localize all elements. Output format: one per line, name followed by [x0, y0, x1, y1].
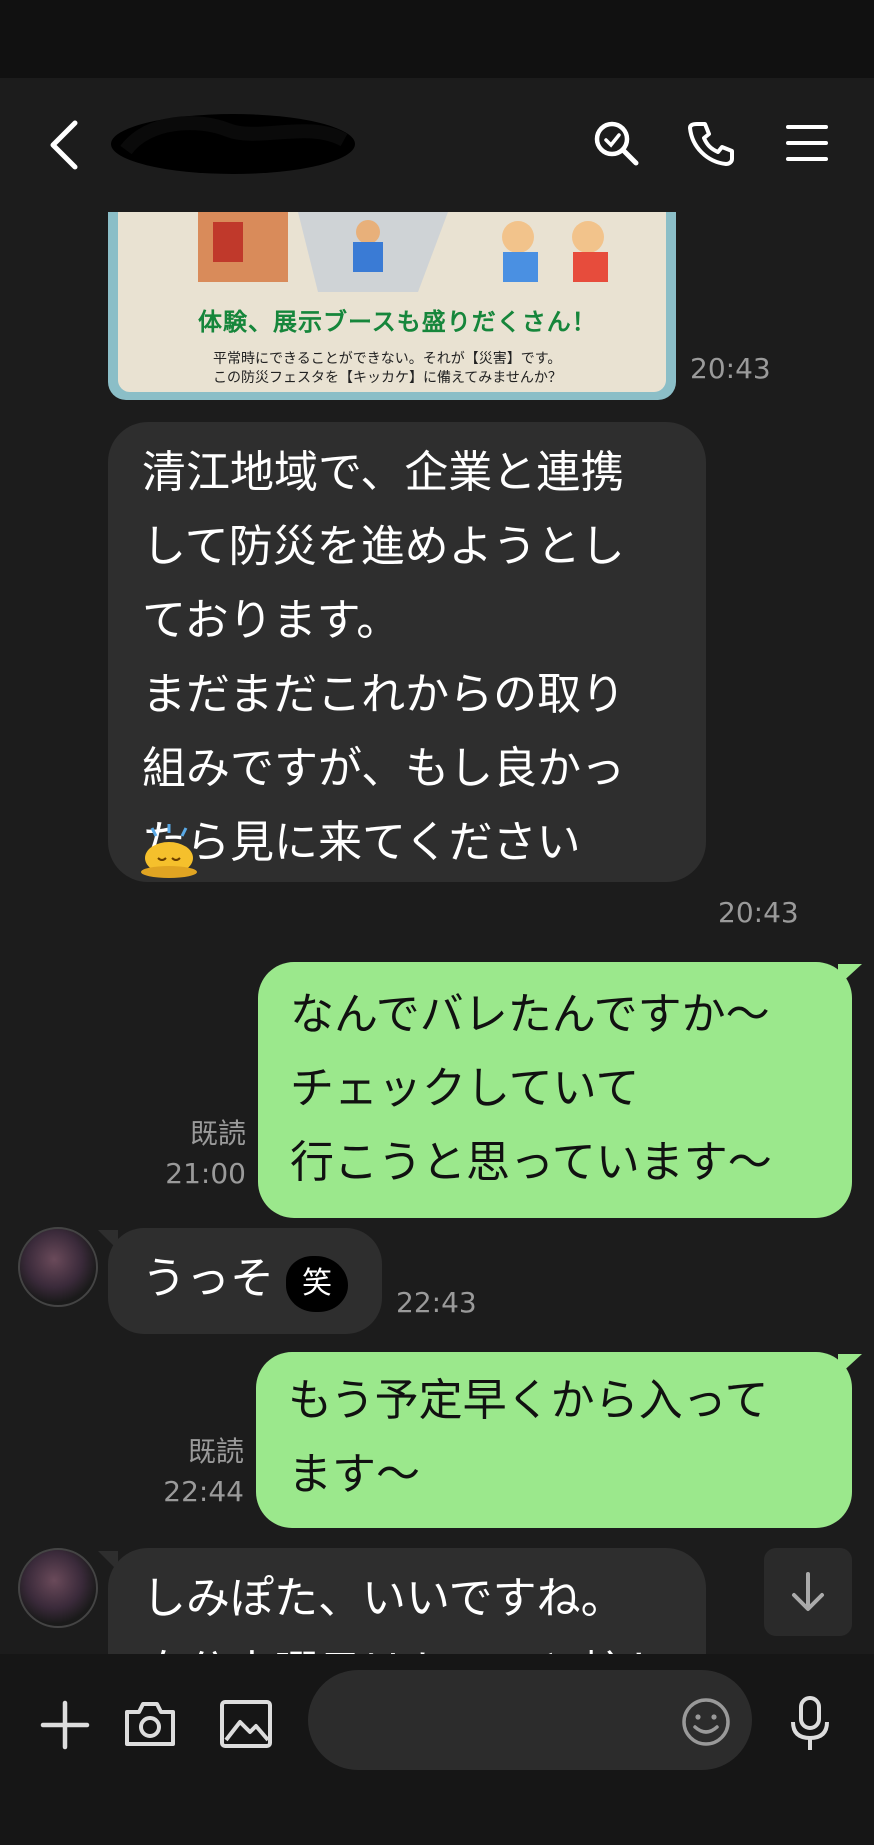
search-button[interactable] [588, 115, 644, 171]
flyer-caption-line1: 平常時にできることができない。それが【災害】です。 [213, 351, 562, 367]
message-time: 22:43 [396, 1286, 477, 1319]
message-line: 組みですが、もし良かっ [142, 743, 626, 794]
contact-name-redacted [108, 110, 358, 178]
status-bar [0, 0, 874, 78]
message-time: 21:00 [165, 1157, 246, 1190]
flyer-illustration [198, 212, 608, 292]
message-line: なんでバレたんですか〜 [290, 989, 770, 1040]
flyer-headline: 体験、展示ブースも盛りだくさん！ [198, 308, 597, 336]
message-line: 自分土曜日はちょっと忙しいけど [142, 1636, 706, 1654]
back-button[interactable] [40, 115, 90, 175]
message-time: 20:43 [718, 896, 799, 929]
message-input[interactable] [308, 1670, 752, 1770]
message-line: チェックしていて [290, 1063, 640, 1114]
message-line: 清江地域で、企業と連携 [142, 447, 625, 498]
flyer-image: 体験、展示ブースも盛りだくさん！ 平常時にできることができない。それが【災害】で… [118, 212, 666, 392]
incoming-message[interactable]: うっそ 笑 [108, 1228, 382, 1334]
flyer-caption: 平常時にできることができない。それが【災害】です。 この防災フェスタを【キッカケ… [213, 350, 562, 388]
message-line: ております。 [142, 595, 401, 646]
message-line: もう予定早くから入って [288, 1375, 769, 1426]
outgoing-message[interactable]: もう予定早くから入って ます〜 [256, 1352, 852, 1528]
message-list[interactable]: 体験、展示ブースも盛りだくさん！ 平常時にできることができない。それが【災害】で… [0, 212, 874, 1654]
chevron-left-icon [50, 120, 78, 170]
arrow-down-icon [792, 1572, 824, 1611]
message-line: ます〜 [288, 1449, 420, 1500]
message-line: しみぽた、いいですね。 [142, 1573, 625, 1624]
gallery-button[interactable] [214, 1692, 278, 1756]
bubble-tail [838, 964, 862, 986]
flyer-caption-line2: この防災フェスタを【キッカケ】に備えてみませんか？ [213, 370, 562, 386]
image-icon [220, 1700, 272, 1748]
read-label: 既読 [189, 1117, 246, 1150]
incoming-message[interactable]: しみぽた、いいですね。 自分土曜日はちょっと忙しいけど [108, 1548, 706, 1654]
emoji-icon [682, 1698, 730, 1746]
read-receipt: 既読 22:44 [148, 1432, 244, 1512]
phone-icon [688, 122, 734, 166]
message-line: して防災を進めようとし [142, 521, 625, 572]
voice-button[interactable] [778, 1690, 842, 1758]
read-receipt: 既読 21:00 [150, 1114, 246, 1194]
mic-icon [791, 1696, 829, 1750]
call-button[interactable] [683, 115, 739, 171]
camera-button[interactable] [118, 1692, 182, 1756]
plus-icon [40, 1700, 90, 1750]
scroll-to-bottom-button[interactable] [764, 1548, 852, 1636]
message-time: 22:44 [163, 1475, 244, 1508]
message-time: 20:43 [690, 352, 771, 385]
avatar[interactable] [18, 1548, 98, 1628]
bubble-tail [838, 1354, 862, 1376]
menu-button[interactable] [779, 115, 835, 171]
add-button[interactable] [34, 1694, 96, 1756]
outgoing-message[interactable]: なんでバレたんですか〜 チェックしていて 行こうと思っています〜 [258, 962, 852, 1218]
menu-icon [786, 125, 828, 161]
image-message[interactable]: 体験、展示ブースも盛りだくさん！ 平常時にできることができない。それが【災害】で… [108, 212, 676, 400]
bowing-emoji [141, 824, 197, 878]
emoji-button[interactable] [680, 1696, 732, 1748]
incoming-message[interactable]: 清江地域で、企業と連携 して防災を進めようとし ております。 まだまだこれからの… [108, 422, 706, 882]
read-label: 既読 [187, 1435, 244, 1468]
avatar[interactable] [18, 1227, 98, 1307]
message-line: たら見に来てください [142, 817, 581, 868]
laugh-sticker: 笑 [286, 1256, 348, 1312]
camera-icon [125, 1702, 175, 1746]
message-line: まだまだこれからの取り [142, 669, 626, 720]
message-text: うっそ [142, 1253, 274, 1304]
search-icon [594, 121, 639, 166]
message-line: 行こうと思っています〜 [290, 1137, 772, 1188]
